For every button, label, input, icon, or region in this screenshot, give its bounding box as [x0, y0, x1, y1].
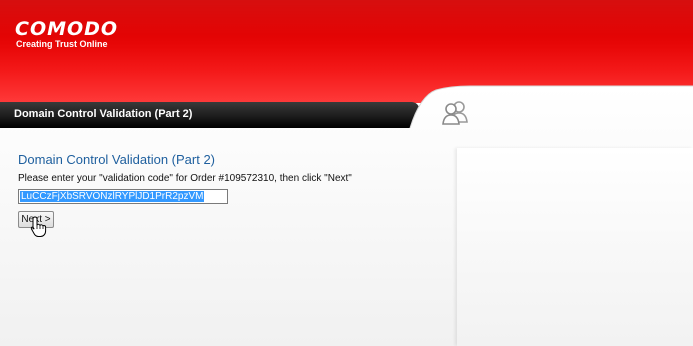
validation-code-input[interactable]: LuCCzFjXbSRVONzlRYPlJD1PrR2pzVM: [18, 189, 228, 204]
users-icon: [442, 101, 468, 125]
instruction-text: Please enter your "validation code" for …: [18, 173, 352, 184]
page-title-bar: Domain Control Validation (Part 2): [14, 108, 193, 120]
section-heading: Domain Control Validation (Part 2): [18, 152, 216, 167]
validation-code-selected-text: LuCCzFjXbSRVONzlRYPlJD1PrR2pzVM: [20, 191, 205, 202]
side-panel: [457, 148, 693, 346]
page: COMODO Creating Trust Online Domain Cont…: [0, 0, 693, 346]
hand-pointer-icon: [30, 216, 47, 237]
